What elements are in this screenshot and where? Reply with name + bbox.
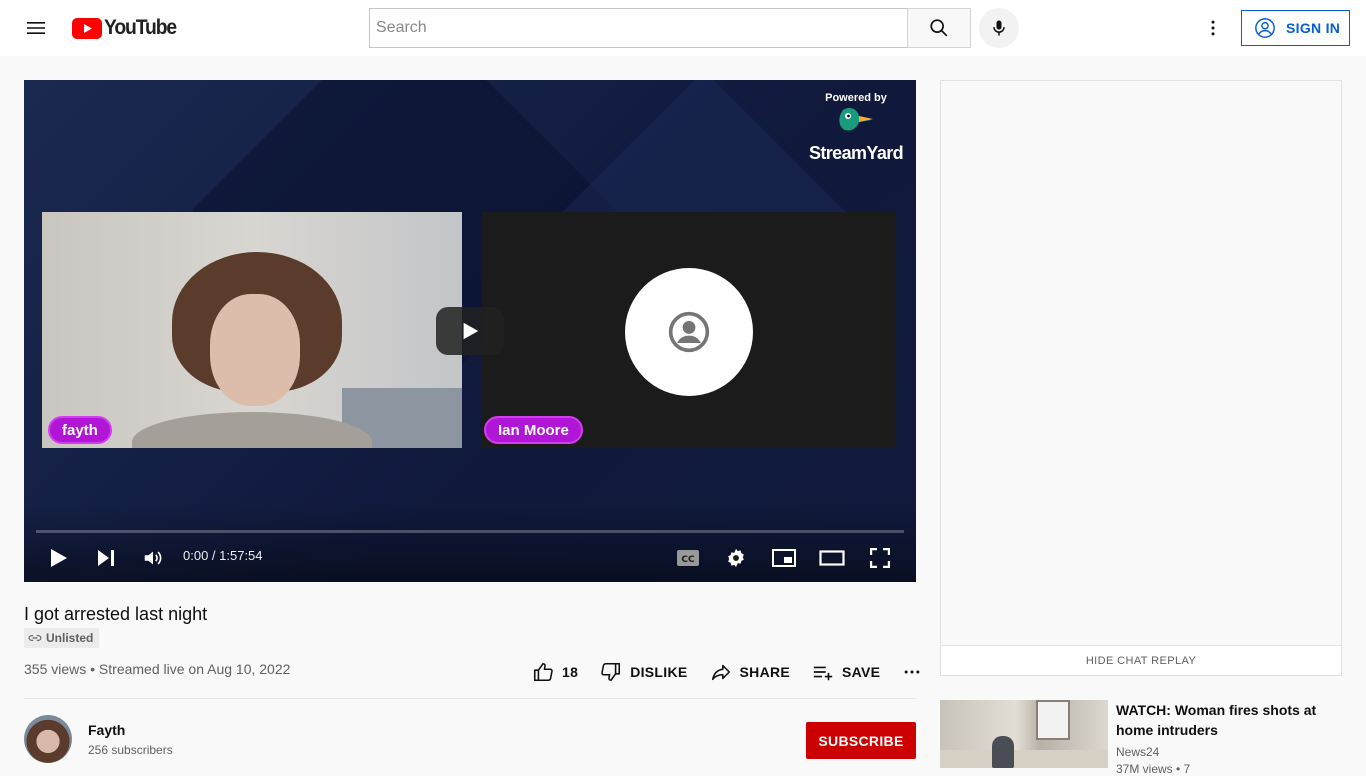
participant-camera-right [482, 212, 896, 448]
logo-text: YouTube [104, 16, 177, 39]
account-circle-icon [1255, 18, 1275, 38]
search-icon [930, 19, 948, 37]
thumbnail-floor [940, 750, 1108, 768]
channel-subscriber-count: 256 subscribers [88, 743, 173, 757]
search-box[interactable] [369, 8, 908, 48]
voice-search-button[interactable] [979, 8, 1019, 48]
live-chat-replay: HIDE CHAT REPLAY [940, 80, 1342, 676]
settings-button[interactable] [718, 540, 754, 576]
sign-in-label: SIGN IN [1286, 20, 1341, 36]
play-icon [51, 549, 67, 567]
skip-next-icon [98, 550, 114, 566]
captions-button[interactable]: CC [670, 540, 706, 576]
subscribe-button[interactable]: SUBSCRIBE [806, 722, 916, 759]
horizontal-dots-icon [904, 670, 920, 674]
participant-avatar [625, 268, 753, 396]
youtube-logo[interactable]: YouTube [72, 16, 182, 40]
streamyard-branding: Powered by StreamYard [806, 92, 906, 164]
participant-name-tag: Ian Moore [484, 416, 583, 444]
default-avatar-icon [668, 311, 710, 353]
fullscreen-button[interactable] [862, 540, 898, 576]
brand-name-text: StreamYard [808, 143, 904, 163]
thumbnail-person [992, 736, 1014, 768]
info-divider [24, 698, 916, 699]
sign-in-button[interactable]: SIGN IN [1241, 10, 1350, 46]
badge-label: Unlisted [46, 631, 94, 645]
top-bar: YouTube SIGN IN [0, 0, 1366, 56]
large-play-button[interactable] [436, 307, 504, 355]
share-label: SHARE [739, 664, 791, 680]
youtube-play-logo-icon [72, 17, 102, 39]
gear-icon [728, 548, 744, 568]
share-button[interactable]: SHARE [702, 656, 799, 688]
thumbs-up-icon [533, 662, 553, 682]
recommended-video-thumbnail[interactable] [940, 700, 1108, 768]
recommended-video-views: 37M views • 7 [1116, 762, 1191, 776]
recommended-video-title[interactable]: WATCH: Woman fires shots at home intrude… [1116, 700, 1336, 740]
hamburger-menu-icon [27, 22, 45, 34]
video-meta: 355 views • Streamed live on Aug 10, 202… [24, 661, 291, 677]
play-button[interactable] [41, 540, 77, 576]
like-count: 18 [562, 664, 579, 680]
time-display: 0:00 / 1:57:54 [183, 548, 263, 563]
miniplayer-button[interactable] [766, 540, 802, 576]
dislike-label: DISLIKE [630, 664, 688, 680]
guide-menu-button[interactable] [16, 8, 56, 48]
svg-text:CC: CC [681, 555, 695, 565]
theater-mode-button[interactable] [814, 540, 850, 576]
recommended-video-channel: News24 [1116, 745, 1160, 759]
fullscreen-icon [870, 548, 890, 568]
participant-camera-left [42, 212, 462, 448]
thumbnail-door [1036, 700, 1070, 740]
dislike-button[interactable]: DISLIKE [592, 656, 695, 688]
streamyard-bird-icon [839, 108, 873, 131]
play-icon [463, 322, 479, 340]
settings-more-button[interactable] [1193, 8, 1233, 48]
channel-name[interactable]: Fayth [88, 722, 125, 738]
link-icon [28, 635, 42, 641]
closed-captions-icon: CC [677, 550, 699, 566]
next-button[interactable] [88, 540, 124, 576]
hide-chat-replay-button[interactable]: HIDE CHAT REPLAY [941, 645, 1341, 675]
vertical-dots-icon [1211, 20, 1215, 36]
participant-name-tag: fayth [48, 416, 112, 444]
save-button[interactable]: SAVE [804, 656, 888, 688]
miniplayer-icon [772, 549, 796, 567]
theater-mode-icon [819, 550, 845, 566]
channel-avatar[interactable] [24, 715, 72, 763]
person-shoulders [132, 412, 372, 448]
video-actions: 18 DISLIKE SHARE SAVE [524, 656, 938, 688]
more-actions-button[interactable] [894, 656, 938, 688]
progress-bar[interactable] [36, 530, 904, 533]
video-title: I got arrested last night [24, 604, 208, 624]
like-button[interactable]: 18 [524, 656, 586, 688]
person-face [210, 294, 300, 406]
mute-button[interactable] [135, 540, 171, 576]
brand-powered-text: Powered by [825, 92, 887, 104]
volume-icon [144, 551, 162, 565]
save-label: SAVE [842, 664, 881, 680]
video-player[interactable]: Powered by StreamYard fayth Ian Moore 0:… [24, 80, 916, 582]
share-icon [711, 664, 730, 681]
playlist-add-icon [813, 666, 833, 681]
search-input[interactable] [376, 19, 908, 37]
unlisted-badge: Unlisted [24, 628, 100, 648]
thumbs-down-icon [601, 662, 621, 682]
search-button[interactable] [907, 8, 971, 48]
microphone-icon [993, 20, 1005, 36]
